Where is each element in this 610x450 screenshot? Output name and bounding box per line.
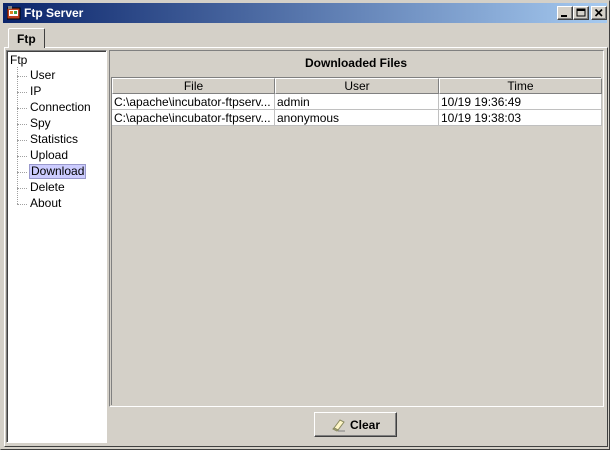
- clear-button-label: Clear: [350, 418, 381, 432]
- window-title: Ftp Server: [24, 6, 84, 20]
- title-bar[interactable]: Ftp Server: [3, 3, 607, 23]
- tab-label: Ftp: [17, 32, 36, 46]
- tree-root-ftp[interactable]: Ftp: [10, 53, 27, 67]
- eraser-icon: [332, 419, 345, 432]
- app-icon: [7, 6, 21, 20]
- download-panel: Downloaded Files File User Time C:\apach…: [109, 50, 604, 407]
- column-header-file[interactable]: File: [112, 78, 275, 94]
- tab-ftp[interactable]: Ftp: [8, 28, 45, 48]
- tree-item-label: About: [30, 196, 62, 210]
- tree-item-label: User: [30, 68, 56, 82]
- tree-item-label: Connection: [30, 100, 91, 114]
- tree-item-label: Statistics: [30, 132, 79, 146]
- cell-file: C:\apache\incubator-ftpserv...: [112, 94, 275, 110]
- tree-item-label: Spy: [30, 116, 51, 130]
- tree-item-label: Delete: [30, 180, 65, 194]
- table-header: File User Time: [112, 78, 602, 94]
- close-button[interactable]: [591, 6, 607, 20]
- close-icon: [594, 8, 603, 17]
- cell-user: anonymous: [275, 110, 439, 126]
- clear-button[interactable]: Clear: [314, 412, 397, 437]
- tree-connector: [17, 67, 18, 204]
- nav-tree: Ftp User IP Connection Spy Statistics Up…: [6, 50, 107, 443]
- cell-file: C:\apache\incubator-ftpserv...: [112, 110, 275, 126]
- column-header-time[interactable]: Time: [439, 78, 602, 94]
- table-row[interactable]: C:\apache\incubator-ftpserv... admin 10/…: [112, 94, 602, 110]
- app-window: Ftp Server Ftp Ftp User IP Connection Sp…: [0, 0, 610, 450]
- maximize-icon: [576, 8, 586, 17]
- cell-user: admin: [275, 94, 439, 110]
- panel-heading: Downloaded Files: [304, 56, 407, 70]
- button-bar: Clear: [109, 407, 604, 443]
- tree-item-label: IP: [30, 84, 42, 98]
- cell-time: 10/19 19:36:49: [439, 94, 602, 110]
- column-header-user[interactable]: User: [275, 78, 439, 94]
- maximize-button[interactable]: [573, 6, 589, 20]
- downloads-table: File User Time C:\apache\incubator-ftpse…: [111, 77, 602, 405]
- minimize-icon: [561, 15, 567, 17]
- tree-item-label: Download: [29, 164, 87, 179]
- tree-item-label: Upload: [30, 148, 69, 162]
- minimize-button[interactable]: [557, 6, 573, 20]
- cell-time: 10/19 19:38:03: [439, 110, 602, 126]
- table-row[interactable]: C:\apache\incubator-ftpserv... anonymous…: [112, 110, 602, 126]
